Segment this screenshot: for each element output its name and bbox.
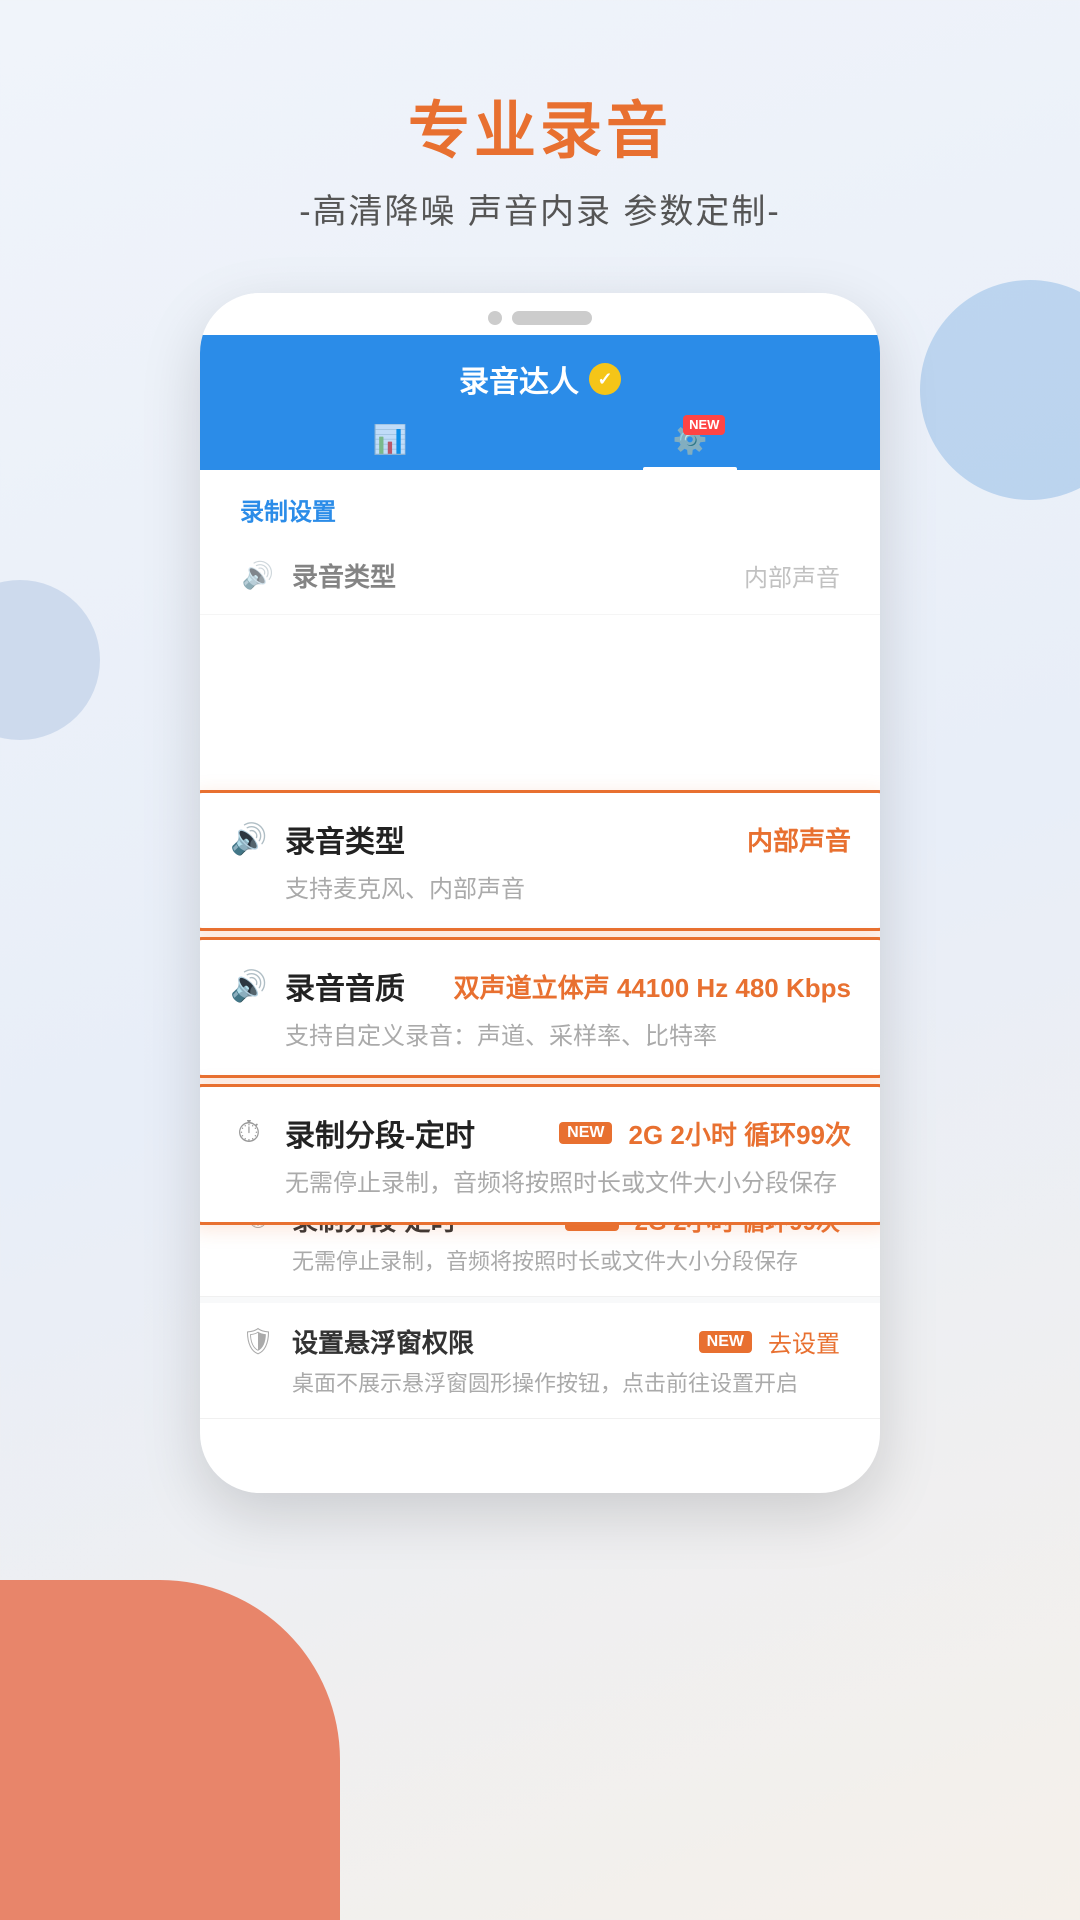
preview-setting-item: 🔊 录音类型 内部声音 [200, 537, 880, 615]
phone-camera-dot [488, 311, 502, 325]
badge-checkmark-icon: ✓ [597, 369, 612, 390]
lower-item-floating-window[interactable]: 🛡 设置悬浮窗权限 NEW 去设置 桌面不展示悬浮窗圆形操作按钮，点击前往设置开… [200, 1303, 880, 1419]
app-title-badge: ✓ [589, 363, 621, 395]
app-header: 录音达人 ✓ 📊 ⚙️ NEW [200, 335, 880, 470]
app-title-row: 录音达人 ✓ [240, 357, 840, 415]
preview-setting-row: 🔊 录音类型 内部声音 [240, 557, 840, 594]
lower-item-row-2: 🛡 设置悬浮窗权限 NEW 去设置 [240, 1323, 840, 1360]
preview-setting-label: 录音类型 [292, 557, 728, 594]
preview-setting-icon: 🔊 [240, 560, 276, 591]
recording-quality-desc: 支持自定义录音：声道、采样率、比特率 [229, 1016, 851, 1051]
recording-type-value: 内部声音 [747, 821, 851, 858]
lower-floating-new-tag: NEW [699, 1331, 752, 1353]
page-header: 专业录音 -高清降噪 声音内录 参数定制- [0, 0, 1080, 273]
page-subtitle: -高清降噪 声音内录 参数定制- [0, 184, 1080, 233]
segment-timer-desc: 无需停止录制，音频将按照时长或文件大小分段保存 [229, 1163, 851, 1198]
app-tabs: 📊 ⚙️ NEW [240, 415, 840, 470]
highlight-card-recording-quality[interactable]: 🔊 录音音质 双声道立体声 44100 Hz 480 Kbps 支持自定义录音：… [200, 937, 880, 1078]
recording-type-label: 录音类型 [285, 817, 731, 861]
tab-gear-wrapper: ⚙️ NEW [673, 423, 708, 456]
recording-quality-icon: 🔊 [229, 969, 269, 1004]
segment-timer-label: 录制分段-定时 [285, 1111, 535, 1155]
phone-content: 录制设置 🔊 录音类型 内部声音 🔊 录音类型 内部声音 [200, 470, 880, 1419]
recording-type-desc: 支持麦克风、内部声音 [229, 869, 851, 904]
phone-mockup: 录音达人 ✓ 📊 ⚙️ NEW 录制设置 [200, 293, 880, 1493]
segment-timer-new-tag: NEW [559, 1122, 612, 1144]
preview-setting-value: 内部声音 [744, 558, 840, 593]
settings-section-label: 录制设置 [200, 470, 880, 537]
highlight-card-segment-timer[interactable]: ⏱ 录制分段-定时 NEW 2G 2小时 循环99次 无需停止录制，音频将按照时… [200, 1084, 880, 1225]
highlight-card-row-1: 🔊 录音类型 内部声音 [229, 817, 851, 861]
recording-quality-label: 录音音质 [285, 964, 438, 1008]
segment-timer-value: 2G 2小时 循环99次 [628, 1115, 851, 1152]
highlight-cards: 🔊 录音类型 内部声音 支持麦克风、内部声音 🔊 录音音质 双声道立体声 441… [200, 790, 880, 1231]
phone-top-bar [200, 293, 880, 335]
highlight-card-row-2: 🔊 录音音质 双声道立体声 44100 Hz 480 Kbps [229, 964, 851, 1008]
tab-new-badge: NEW [683, 415, 725, 435]
lower-floating-desc: 桌面不展示悬浮窗圆形操作按钮，点击前往设置开启 [240, 1366, 840, 1398]
lower-shield-icon: 🛡 [240, 1326, 276, 1357]
tab-recordings[interactable]: 📊 [343, 415, 438, 470]
bg-shape-bottom-left [0, 1580, 340, 1920]
highlight-card-recording-type[interactable]: 🔊 录音类型 内部声音 支持麦克风、内部声音 [200, 790, 880, 931]
recording-type-icon: 🔊 [229, 822, 269, 857]
lower-floating-value: 去设置 [768, 1324, 840, 1359]
app-title: 录音达人 [459, 357, 579, 401]
phone-wrapper: 录音达人 ✓ 📊 ⚙️ NEW 录制设置 [0, 293, 1080, 1493]
tab-settings[interactable]: ⚙️ NEW [643, 415, 738, 470]
lower-segment-desc: 无需停止录制，音频将按照时长或文件大小分段保存 [240, 1244, 840, 1276]
lower-floating-label: 设置悬浮窗权限 [292, 1323, 675, 1360]
segment-timer-icon: ⏱ [229, 1116, 269, 1150]
tab-recordings-icon: 📊 [373, 423, 408, 456]
phone-speaker-pill [512, 311, 592, 325]
recording-quality-value: 双声道立体声 44100 Hz 480 Kbps [454, 968, 851, 1005]
highlight-card-row-3: ⏱ 录制分段-定时 NEW 2G 2小时 循环99次 [229, 1111, 851, 1155]
page-title: 专业录音 [0, 80, 1080, 170]
